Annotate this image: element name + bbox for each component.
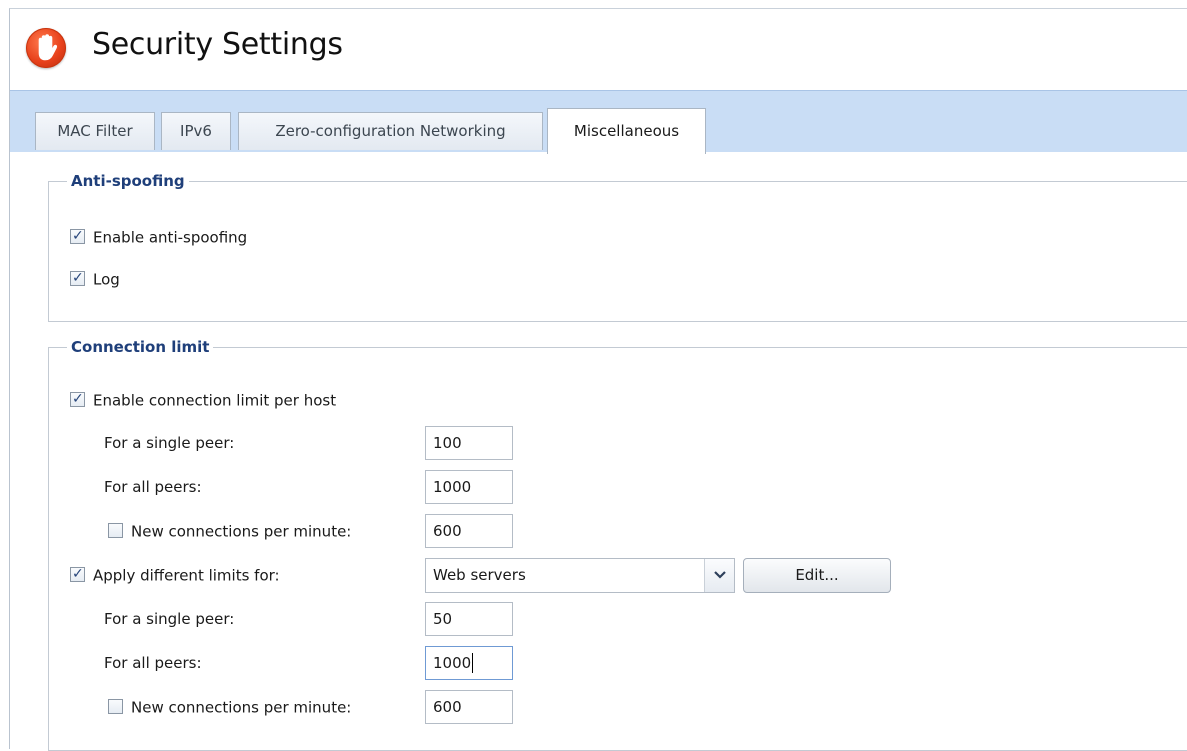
single-peer-label: For a single peer: [104, 434, 235, 452]
diff-all-peers-value: 1000 [433, 654, 472, 672]
apply-target-select[interactable]: Web servers [425, 558, 735, 593]
header: Security Settings [10, 9, 1187, 90]
enable-anti-spoofing-checkbox[interactable]: ✓ [70, 227, 85, 244]
tab-mac-filter[interactable]: MAC Filter [35, 112, 155, 150]
enable-connection-limit-label: Enable connection limit per host [93, 391, 337, 410]
tab-zero-configuration-networking[interactable]: Zero-configuration Networking [238, 112, 543, 150]
apply-different-limits-label: Apply different limits for: [93, 566, 280, 585]
new-connections-input[interactable]: 600 [425, 514, 513, 548]
diff-new-connections-checkbox[interactable] [108, 698, 123, 714]
tab-strip: MAC Filter IPv6 Zero-configuration Netwo… [10, 90, 1187, 154]
all-peers-input[interactable]: 1000 [425, 470, 513, 504]
stop-hand-icon [26, 28, 66, 68]
log-row[interactable]: ✓ Log [70, 267, 120, 291]
log-checkbox[interactable]: ✓ [70, 269, 85, 286]
enable-anti-spoofing-label: Enable anti-spoofing [93, 228, 248, 247]
new-connections-row[interactable]: New connections per minute: [108, 519, 351, 543]
connection-limit-legend: Connection limit [71, 338, 210, 356]
apply-different-limits-row[interactable]: ✓ Apply different limits for: [70, 563, 280, 587]
chevron-down-icon[interactable] [704, 559, 734, 592]
diff-new-connections-row[interactable]: New connections per minute: [108, 695, 351, 719]
checkmark-icon: ✓ [72, 227, 84, 244]
edit-button[interactable]: Edit... [743, 558, 891, 593]
diff-new-connections-label: New connections per minute: [131, 698, 352, 717]
diff-all-peers-input[interactable]: 1000 [425, 646, 513, 680]
new-connections-checkbox[interactable] [108, 522, 123, 538]
enable-connection-limit-row[interactable]: ✓ Enable connection limit per host [70, 388, 336, 412]
diff-single-peer-input[interactable]: 50 [425, 602, 513, 636]
new-connections-label: New connections per minute: [131, 522, 352, 541]
diff-all-peers-label: For all peers: [104, 654, 202, 672]
checkmark-icon: ✓ [72, 390, 84, 407]
anti-spoofing-legend: Anti-spoofing [71, 172, 185, 190]
checkmark-icon: ✓ [72, 269, 84, 286]
text-caret [472, 652, 474, 673]
diff-new-connections-input[interactable]: 600 [425, 690, 513, 724]
tab-ipv6[interactable]: IPv6 [161, 112, 231, 150]
security-settings-window: Security Settings MAC Filter IPv6 Zero-c… [9, 8, 1187, 751]
single-peer-input[interactable]: 100 [425, 426, 513, 460]
tab-miscellaneous[interactable]: Miscellaneous [547, 108, 706, 154]
enable-connection-limit-checkbox[interactable]: ✓ [70, 390, 85, 407]
diff-single-peer-label: For a single peer: [104, 610, 235, 628]
all-peers-label: For all peers: [104, 478, 202, 496]
apply-target-value: Web servers [433, 566, 526, 584]
checkmark-icon: ✓ [72, 565, 84, 582]
enable-anti-spoofing-row[interactable]: ✓ Enable anti-spoofing [70, 225, 247, 249]
apply-different-limits-checkbox[interactable]: ✓ [70, 565, 85, 582]
tab-content-miscellaneous: Anti-spoofing ✓ Enable anti-spoofing ✓ Log… [10, 152, 1187, 751]
page-title: Security Settings [92, 27, 343, 62]
log-label: Log [93, 270, 120, 289]
